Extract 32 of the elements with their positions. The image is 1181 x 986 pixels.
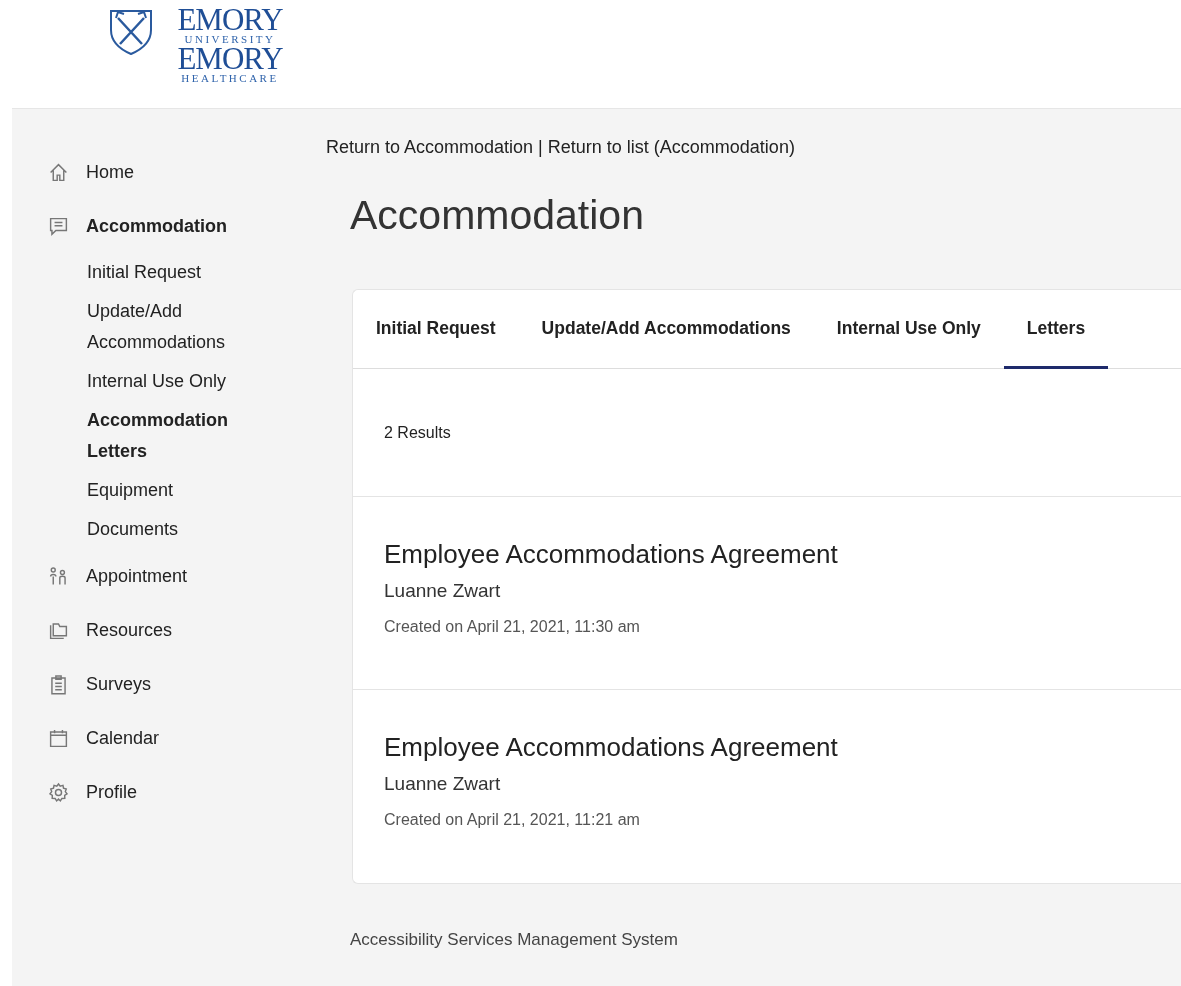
logo-text: EMORY <box>177 6 283 33</box>
letter-title-link[interactable]: Employee Accommodations Agreement <box>384 732 838 763</box>
nav-item[interactable]: Calendar <box>12 711 326 765</box>
clipboard-icon <box>48 673 69 695</box>
breadcrumb-link[interactable]: Return to list (Accommodation) <box>547 137 795 158</box>
letter-title-link[interactable]: Employee Accommodations Agreement <box>384 539 838 570</box>
author-name: Luanne Zwart <box>384 773 501 795</box>
logo-text: UNIVERSITY <box>184 33 276 45</box>
tab[interactable]: Initial Request <box>353 290 519 369</box>
people-icon <box>48 565 69 587</box>
tab[interactable]: Internal Use Only <box>813 290 1004 369</box>
home-icon <box>48 161 69 183</box>
page-title: Accommodation <box>350 192 645 239</box>
logo-text: HEALTHCARE <box>181 72 279 84</box>
nav-item[interactable]: Profile <box>12 765 326 819</box>
shield-icon <box>108 8 154 56</box>
author-name: Luanne Zwart <box>384 580 501 602</box>
settings-icon <box>48 781 69 803</box>
logo-text: EMORY <box>177 45 283 72</box>
breadcrumb-link[interactable]: Return to Accommodation <box>326 137 534 158</box>
results-count: 2 Results <box>353 369 1181 497</box>
separator: | <box>538 137 543 158</box>
chat-icon <box>48 215 69 237</box>
calendar-icon <box>48 727 69 749</box>
tab[interactable]: Update/Add Accommodations <box>518 290 814 369</box>
created-date: Created on April 21, 2021, 11:30 am <box>384 618 640 636</box>
nav-item[interactable]: Resources <box>12 603 326 657</box>
created-date: Created on April 21, 2021, 11:21 am <box>384 811 640 829</box>
nav-item[interactable]: Surveys <box>12 657 326 711</box>
tab[interactable]: Letters <box>1003 290 1109 369</box>
footer-text: Accessibility Services Management System <box>350 930 679 950</box>
nav-item[interactable]: Home <box>12 145 326 199</box>
